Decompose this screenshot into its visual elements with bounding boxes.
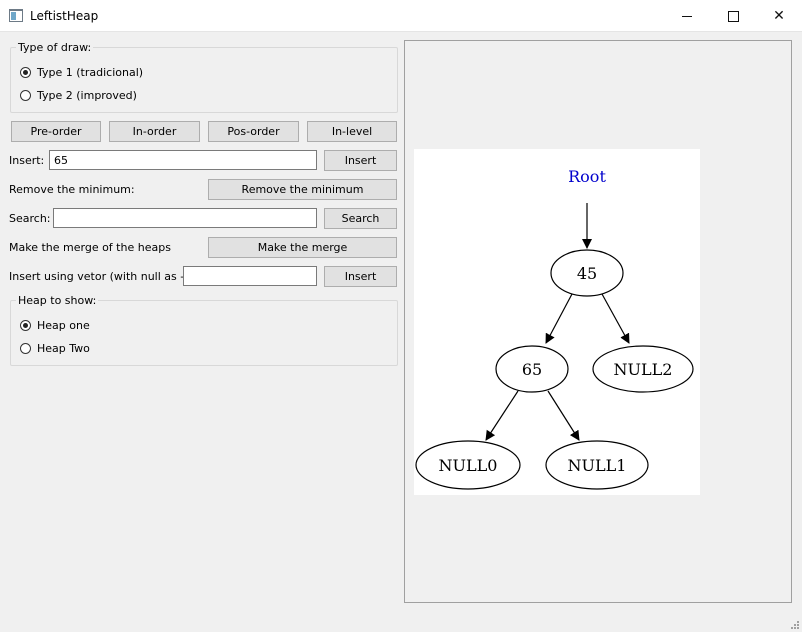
node-65-label: 65 <box>522 360 542 379</box>
node-null2-label: NULL2 <box>614 360 673 379</box>
window-title: LeftistHeap <box>30 9 99 23</box>
insert-input[interactable] <box>49 150 317 170</box>
node-null0-label: NULL0 <box>439 456 498 475</box>
insert-vector-button[interactable]: Insert <box>324 266 397 287</box>
edge-45-65 <box>545 293 573 344</box>
search-button[interactable]: Search <box>324 208 397 229</box>
maximize-button[interactable] <box>710 0 756 32</box>
close-icon: ✕ <box>773 8 785 24</box>
search-input[interactable] <box>53 208 317 228</box>
radio-type-1-label: Type 1 (tradicional) <box>37 66 144 79</box>
radio-type-1-indicator[interactable] <box>20 67 31 78</box>
close-button[interactable]: ✕ <box>756 0 802 32</box>
radio-heap-two[interactable]: Heap Two <box>20 342 90 355</box>
edge-65-null1 <box>547 390 580 441</box>
insert-label: Insert: <box>9 154 45 167</box>
remove-min-button[interactable]: Remove the minimum <box>208 179 397 200</box>
node-null1-label: NULL1 <box>568 456 627 475</box>
edge-65-null0 <box>485 390 519 441</box>
radio-heap-two-label: Heap Two <box>37 342 90 355</box>
search-label: Search: <box>9 212 51 225</box>
heap-graph: Root 45 65 NULL2 NULL0 NULL1 <box>415 167 694 490</box>
radio-type-2[interactable]: Type 2 (improved) <box>20 89 137 102</box>
draw-type-title: Type of draw: <box>16 41 94 54</box>
pos-order-button[interactable]: Pos-order <box>208 121 299 142</box>
in-level-button[interactable]: In-level <box>307 121 397 142</box>
radio-type-1[interactable]: Type 1 (tradicional) <box>20 66 143 79</box>
radio-heap-one-label: Heap one <box>37 319 90 332</box>
edge-45-null2 <box>601 293 630 344</box>
minimize-icon <box>682 15 692 17</box>
root-label: Root <box>568 167 606 186</box>
minimize-button[interactable] <box>664 0 710 32</box>
draw-type-group <box>10 47 398 113</box>
radio-type-2-indicator[interactable] <box>20 90 31 101</box>
heap-show-group <box>10 300 398 366</box>
node-45-label: 45 <box>577 264 597 283</box>
radio-heap-one-indicator[interactable] <box>20 320 31 331</box>
resize-grip-icon[interactable] <box>788 618 800 630</box>
radio-type-2-label: Type 2 (improved) <box>37 89 137 102</box>
maximize-icon <box>727 10 739 22</box>
remove-min-label: Remove the minimum: <box>9 183 135 196</box>
insert-vector-label: Insert using vetor (with null as -1): <box>9 270 200 283</box>
graph-canvas: Root 45 65 NULL2 NULL0 NULL1 <box>414 149 700 495</box>
in-order-button[interactable]: In-order <box>109 121 200 142</box>
pre-order-button[interactable]: Pre-order <box>11 121 101 142</box>
insert-vector-input[interactable] <box>183 266 317 286</box>
title-bar: LeftistHeap ✕ <box>0 0 802 32</box>
radio-heap-one[interactable]: Heap one <box>20 319 90 332</box>
merge-button[interactable]: Make the merge <box>208 237 397 258</box>
insert-button[interactable]: Insert <box>324 150 397 171</box>
app-icon <box>9 9 23 22</box>
merge-label: Make the merge of the heaps <box>9 241 171 254</box>
radio-heap-two-indicator[interactable] <box>20 343 31 354</box>
heap-show-title: Heap to show: <box>16 294 99 307</box>
